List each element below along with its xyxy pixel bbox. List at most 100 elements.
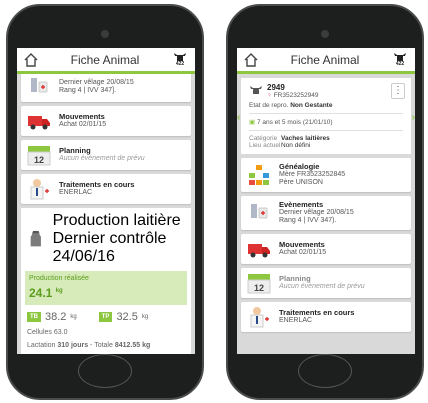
screen-left: Fiche Animal 422 Dernier vêlage 20/08/15… [17,48,195,354]
calendar-day: 12 [34,155,44,165]
genealogie-mere: Mère FR3523252845 [279,171,346,178]
mouvements-title: Mouvements [279,239,325,249]
truck-icon [248,243,270,258]
animal-id: FR3523252949 [273,92,319,99]
tp-value: 32.5 [116,311,138,323]
traitements-detail: ENERLAC [279,316,313,324]
genealogie-card[interactable]: Généalogie Mère FR3523252845 Père UNISON [241,158,411,192]
more-menu-button[interactable]: ⋮ [391,83,405,99]
birthday-icon: ▣ [249,119,256,126]
evenements-title: Evènements [279,199,324,209]
app-header: Fiche Animal 422 [237,48,415,74]
tb-tp-row: TB 38.2 kg TP 32.5 kg [27,311,185,323]
calendar-day: 12 [254,283,264,293]
syringe-icon [31,78,48,93]
family-tree-icon [249,164,269,185]
lieu-label: Lieu actuel [249,142,281,149]
home-button[interactable] [78,354,132,388]
categorie-row: Catégorie Vaches laitières [249,135,403,142]
header-badge: 422 [395,61,405,67]
home-icon[interactable] [23,52,39,68]
traitements-card[interactable]: Traitements en cours ENERLAC [21,174,191,204]
planning-title: Planning [59,146,91,156]
planning-card[interactable]: 12 Planning Aucun événement de prévu [21,140,191,170]
lactation-total: 8412.55 kg [114,342,151,349]
screen-right: Fiche Animal 422 2949 ♀ FR3523252949 ⋮ E… [237,48,415,354]
animal-number: 2949 [267,83,285,92]
home-button[interactable] [298,354,352,388]
veterinarian-icon [30,179,49,200]
lactation-line: Lactation 310 jours - Totale 8412.55 kg [27,342,185,349]
age-row: ▣ 7 ans et 5 mois (21/01/10) [249,113,403,126]
realisee-value: 24.1 [29,286,53,300]
genealogie-pere: Père UNISON [279,179,323,187]
evenements-card[interactable]: Evènements Dernier vêlage 20/08/15 Rang … [241,195,411,230]
production-section[interactable]: Production laitière Dernier contrôle 24/… [21,208,191,354]
realisee-label: Production réalisée [29,275,89,282]
tb-unit: kg [70,314,77,320]
cow-icon [250,86,262,94]
cow-icon: 422 [171,52,189,67]
phone-left: Fiche Animal 422 Dernier vêlage 20/08/15… [6,4,204,400]
production-box: Production réalisée 24.1 kg [25,271,187,305]
etat-repro: Etat de repro. Non Gestante [249,102,403,109]
mouvements-card[interactable]: Mouvements Achat 02/01/15 [241,233,411,264]
traitements-title: Traitements en cours [279,307,355,317]
speaker [101,30,109,38]
lactation-prefix: Lactation [27,342,58,349]
etat-label: Etat de repro. [249,102,291,109]
animal-card: 2949 ♀ FR3523252949 ⋮ Etat de repro. Non… [241,78,411,154]
calendar-icon: 12 [27,146,51,166]
etat-value: Non Gestante [290,102,333,109]
veterinarian-icon [250,306,269,328]
tb-value: 38.2 [45,311,67,323]
evenements-line1: Dernier vêlage 20/08/15 [279,208,354,216]
chevron-right-icon[interactable]: › [412,112,415,123]
genealogie-title: Généalogie [279,162,320,171]
syringe-icon [251,203,268,219]
page-title: Fiche Animal [70,52,140,67]
planning-detail: Aucun évènement de prévu [279,282,365,290]
animal-age: 7 ans et 5 mois (21/01/10) [256,119,333,126]
chevron-left-icon[interactable]: ‹ [237,112,240,123]
truck-icon [28,116,50,130]
evenements-line2: Rang 4 | IVV 347]. [59,87,117,94]
milk-can-icon [30,230,41,247]
evenements-card[interactable]: Dernier vêlage 20/08/15 Rang 4 | IVV 347… [21,72,191,102]
evenements-line1: Dernier vêlage 20/08/15 [59,78,134,86]
traitements-detail: ENERLAC [59,189,93,197]
lactation-mid: - Totale [88,342,115,349]
phone-right: Fiche Animal 422 2949 ♀ FR3523252949 ⋮ E… [226,4,424,400]
lieu-row: Lieu actuel Non défini [249,142,403,149]
header-badge: 422 [175,61,185,67]
lieu-value: Non défini [281,142,311,149]
speaker [321,30,329,38]
cow-icon: 422 [391,52,409,67]
categorie-label: Catégorie [249,135,278,142]
app-header: Fiche Animal 422 [17,48,195,74]
home-icon[interactable] [243,52,259,68]
evenements-line2: Rang 4 | IVV 347). [279,217,337,225]
cellules: Cellules 63.0 [27,329,68,336]
categorie-value: Vaches laitières [281,135,330,142]
planning-card[interactable]: 12 Planning Aucun évènement de prévu [241,267,411,298]
lactation-days: 310 jours [57,342,89,349]
mouvements-detail: Achat 02/01/15 [279,248,327,256]
traitements-title: Traitements en cours [59,180,135,190]
mouvements-detail: Achat 02/01/15 [59,121,107,129]
tb-tag: TB [27,312,41,322]
traitements-card[interactable]: Traitements en cours ENERLAC [241,301,411,332]
tp-tag: TP [98,312,113,322]
mouvements-card[interactable]: Mouvements Achat 02/01/15 [21,106,191,136]
planning-title: Planning [279,273,311,283]
production-title: Production laitière [52,212,181,229]
realisee-unit: kg [55,288,63,294]
calendar-icon: 12 [247,273,271,294]
tp-unit: kg [141,314,149,320]
female-icon: ♀ [267,92,272,99]
realisee-value-wrap: 24.1 kg [29,286,183,300]
page-title: Fiche Animal [290,52,360,67]
mouvements-title: Mouvements [59,112,105,122]
planning-detail: Aucun événement de prévu [59,155,145,163]
production-detail: Dernier contrôle 24/06/16 [52,230,167,265]
